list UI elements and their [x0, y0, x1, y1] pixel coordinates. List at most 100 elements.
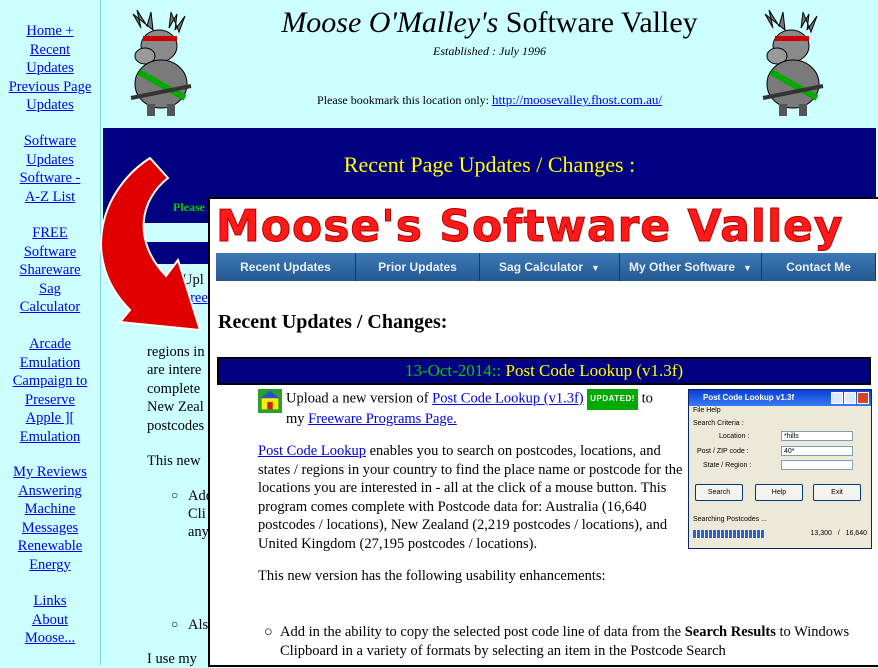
- nav-item-label: Sag Calculator: [499, 260, 584, 274]
- old-sidebar-link[interactable]: Moose...: [0, 629, 100, 648]
- postcode-lookup-link[interactable]: Post Code Lookup (v1.3f): [432, 391, 583, 407]
- old-sidebar-link[interactable]: Emulation: [0, 428, 100, 447]
- criteria-label: Search Criteria :: [693, 420, 744, 427]
- nav-item-label: Recent Updates: [240, 260, 331, 274]
- moose-mascot-right-icon: [762, 9, 824, 116]
- count-total: 16,640: [845, 530, 867, 537]
- old-banner-title: Recent Page Updates / Changes :: [343, 152, 636, 177]
- old-sidebar-link[interactable]: My Reviews: [0, 463, 100, 482]
- close-icon[interactable]: [857, 392, 869, 404]
- old-header: Moose O'Malley's Software Valley Establi…: [101, 0, 878, 125]
- old-fragment-regions: regions in: [147, 344, 205, 360]
- old-sidebar-link[interactable]: Updates: [0, 151, 100, 170]
- old-title-rest: Software Valley: [498, 6, 698, 39]
- post-label: Post / ZIP code :: [697, 448, 749, 455]
- old-sidebar-link[interactable]: Emulation: [0, 354, 100, 373]
- old-sidebar-link[interactable]: Apple ][: [0, 409, 100, 428]
- state-input[interactable]: [781, 460, 853, 470]
- window-buttons: [831, 392, 869, 404]
- bullet-icon: ○: [264, 624, 273, 640]
- old-sidebar-link[interactable]: Updates: [0, 96, 100, 115]
- old-sidebar-link-group[interactable]: My Reviews Answering Machine Messages Renewa…: [0, 463, 100, 574]
- minimize-icon[interactable]: [831, 392, 843, 404]
- old-title-italic: Moose O'Malley's: [281, 6, 499, 39]
- chevron-down-icon: ▼: [743, 263, 752, 273]
- bookmark-link[interactable]: http://moosevalley.fhost.com.au/: [492, 92, 662, 107]
- old-sidebar-link[interactable]: Recent: [0, 41, 100, 60]
- old-sidebar-link-group[interactable]: Software Updates Software - A-Z List: [0, 132, 100, 206]
- upload-text: Upload a new version of: [286, 390, 433, 407]
- old-sidebar-link-group[interactable]: Arcade Emulation Campaign to Preserve Apple …: [0, 335, 100, 446]
- nav-item[interactable]: Recent Updates: [216, 253, 356, 281]
- old-sidebar-link-group[interactable]: FREE Software Shareware Sag Calculator: [0, 224, 100, 317]
- nav-item[interactable]: Contact Me: [762, 253, 876, 281]
- exit-button[interactable]: Exit: [813, 484, 861, 501]
- app-menu[interactable]: File Help: [689, 406, 871, 416]
- update-date: 13-Oct-2014::: [404, 361, 502, 380]
- nav-item[interactable]: Sag Calculator ▼: [480, 253, 620, 281]
- old-sidebar: Home + Recent Updates Previous Page Updates S…: [0, 0, 101, 665]
- old-sidebar-link[interactable]: Software: [0, 132, 100, 151]
- old-sidebar-link[interactable]: Renewable: [0, 537, 100, 556]
- old-sidebar-link[interactable]: FREE: [0, 224, 100, 243]
- location-input[interactable]: *hills: [781, 431, 853, 441]
- old-sidebar-link[interactable]: Updates: [0, 59, 100, 78]
- search-button[interactable]: Search: [695, 484, 743, 501]
- bookmark-text: Please bookmark this location only:: [317, 93, 493, 107]
- old-sidebar-link[interactable]: Sag: [0, 280, 100, 299]
- enhancement-list: ○ Add in the ability to copy the selecte…: [264, 623, 870, 660]
- old-fragment-upl: Upl: [182, 272, 204, 288]
- count-current: 13,300: [810, 530, 832, 537]
- old-please-text: Please: [173, 200, 205, 214]
- old-fragment-postcodes: postcodes: [147, 418, 205, 434]
- old-sidebar-link[interactable]: A-Z List: [0, 188, 100, 207]
- count-sep: /: [837, 530, 840, 537]
- bullet-text-bold: Search Results: [684, 624, 776, 640]
- app-icon: [151, 276, 177, 302]
- nav-item-label: My Other Software: [629, 260, 736, 274]
- old-sidebar-link-group[interactable]: Home + Recent Updates Previous Page Updates: [0, 22, 100, 115]
- old-fragment-any: any: [188, 524, 209, 540]
- old-fragment-complete: complete: [147, 381, 201, 397]
- update-title: Post Code Lookup (v1.3f): [501, 361, 684, 380]
- post-input[interactable]: 40*: [781, 446, 853, 456]
- location-label: Location :: [719, 433, 750, 440]
- old-sidebar-link[interactable]: Answering: [0, 482, 100, 501]
- enhancements-intro: This new version has the following usabi…: [258, 568, 606, 584]
- app-titlebar: Post Code Lookup v1.3f: [689, 390, 871, 406]
- description-link[interactable]: Post Code Lookup: [258, 443, 366, 459]
- freeware-page-link[interactable]: Freeware Programs Page.: [308, 411, 457, 427]
- app-count: 13,300 / 16,640: [811, 530, 867, 537]
- old-sidebar-link[interactable]: Messages: [0, 519, 100, 538]
- description-paragraph: Post Code Lookup enables you to search o…: [258, 442, 688, 553]
- description-text: enables you to search on postcodes, loca…: [258, 443, 683, 552]
- old-sidebar-link[interactable]: Calculator: [0, 298, 100, 317]
- app-title: Post Code Lookup v1.3f: [703, 393, 795, 402]
- update-body: Upload a new version of Post Code Lookup…: [258, 389, 688, 600]
- nav-item[interactable]: My Other Software ▼: [620, 253, 762, 281]
- old-sidebar-link[interactable]: Software: [0, 243, 100, 262]
- old-sidebar-link[interactable]: Previous Page: [0, 78, 100, 97]
- old-sidebar-link[interactable]: Links: [0, 592, 100, 611]
- old-sidebar-link[interactable]: Campaign to: [0, 372, 100, 391]
- old-sidebar-link[interactable]: Arcade: [0, 335, 100, 354]
- old-sidebar-link-group[interactable]: Links About Moose...: [0, 592, 100, 648]
- upload-to-text: to: [637, 390, 653, 407]
- old-fragment-free-link[interactable]: Free: [182, 290, 208, 307]
- nav-item[interactable]: Prior Updates: [356, 253, 480, 281]
- old-fragment-cli: Cli: [188, 506, 206, 522]
- old-sidebar-link[interactable]: Machine: [0, 500, 100, 519]
- old-fragment-als: Als: [188, 617, 209, 633]
- old-sidebar-link[interactable]: About: [0, 611, 100, 630]
- new-site-logo[interactable]: Moose's Software Valley: [216, 201, 844, 253]
- nav-item-label: Contact Me: [786, 260, 851, 274]
- old-sidebar-link[interactable]: Home +: [0, 22, 100, 41]
- maximize-icon[interactable]: [844, 392, 856, 404]
- old-sidebar-link[interactable]: Software -: [0, 169, 100, 188]
- help-button[interactable]: Help: [755, 484, 803, 501]
- chevron-down-icon: ▼: [591, 263, 600, 273]
- old-sidebar-link[interactable]: Shareware: [0, 261, 100, 280]
- old-sidebar-link[interactable]: Energy: [0, 556, 100, 575]
- state-label: State / Region :: [703, 462, 752, 469]
- old-sidebar-link[interactable]: Preserve: [0, 391, 100, 410]
